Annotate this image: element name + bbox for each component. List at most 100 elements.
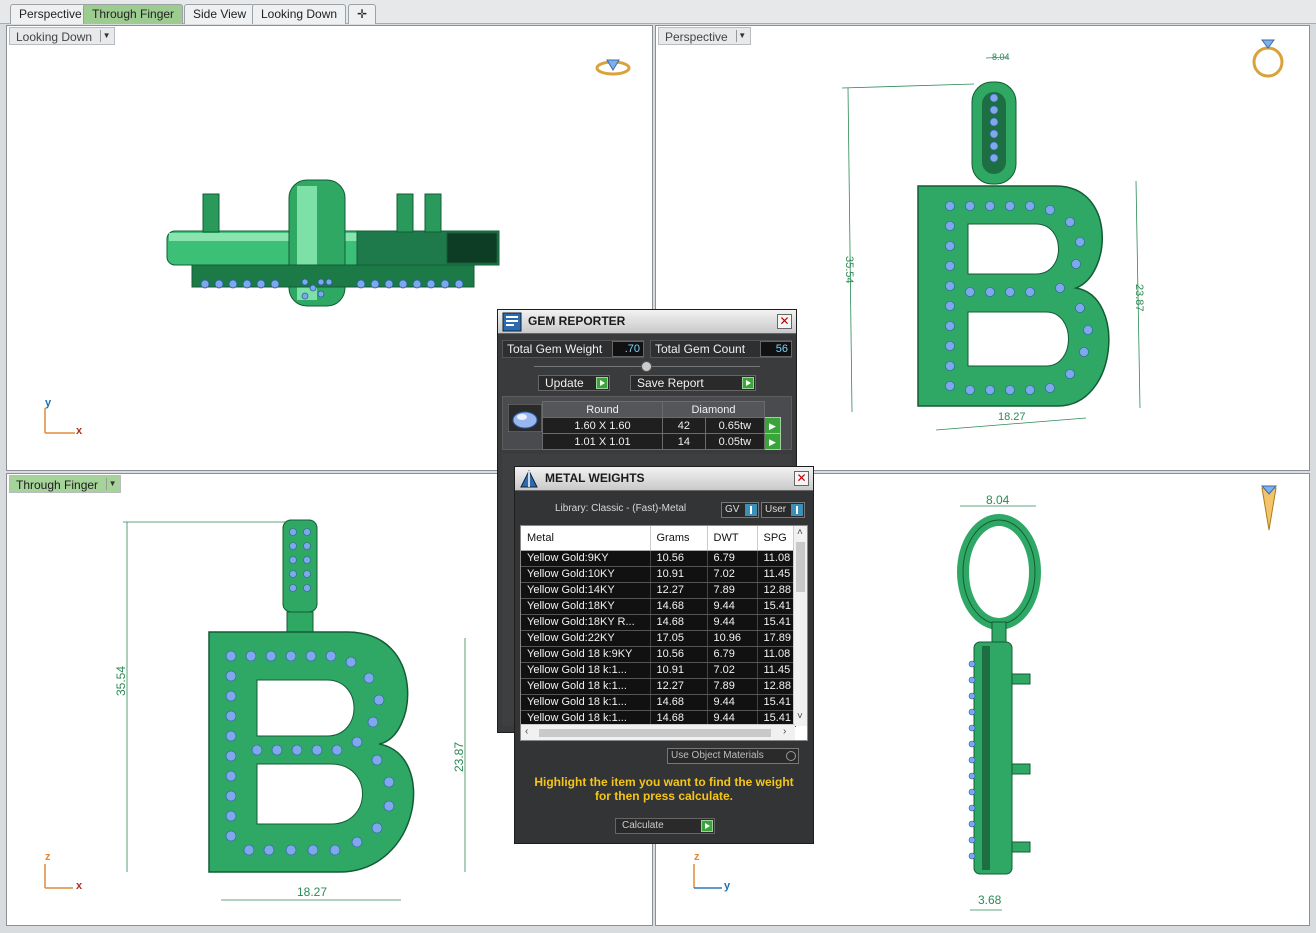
table-row[interactable]: Yellow Gold:18KY 14.68 9.44 15.41 (521, 598, 796, 615)
table-cell: 7.02 (707, 662, 758, 679)
chevron-left-icon[interactable]: ‹ (525, 727, 528, 737)
table-cell: 12.88 (757, 678, 796, 695)
radio-icon (786, 751, 796, 761)
dim-thickness-text: 3.68 (978, 893, 1002, 907)
user-button[interactable]: User (761, 502, 805, 518)
table-cell: 9.44 (707, 614, 758, 631)
table-cell: Yellow Gold:22KY (521, 630, 651, 647)
axis-label-y: y (45, 397, 52, 409)
table-row[interactable]: Yellow Gold 18 k:9KY 10.56 6.79 11.08 (521, 646, 796, 663)
info-icon (791, 504, 803, 516)
table-cell: 14.68 (650, 694, 708, 711)
table-cell: 9.44 (707, 598, 758, 615)
table-cell: 15.41 (757, 598, 796, 615)
gem-count: 14 (662, 433, 706, 450)
table-row[interactable]: Yellow Gold:9KY 10.56 6.79 11.08 (521, 550, 796, 567)
gem-row-select-button[interactable]: ▶ (764, 433, 781, 450)
ring-orientation-icon (595, 59, 631, 76)
scrollbar-thumb[interactable] (539, 729, 771, 737)
library-label: Library: Classic - (Fast)-Metal (555, 503, 687, 514)
viewport-label-through-finger[interactable]: Through Finger ▼ (9, 475, 122, 493)
chevron-down-icon[interactable]: ▼ (735, 30, 748, 42)
column-header[interactable]: SPG (757, 526, 796, 551)
calculate-button[interactable]: Calculate (615, 818, 715, 834)
table-cell: 12.88 (757, 582, 796, 599)
table-cell: 12.27 (650, 678, 708, 695)
gem-table: Round Diamond 1.60 X 1.60 42 0.65tw ▶ 1.… (542, 401, 781, 450)
dim-height-text: 35.54 (114, 666, 128, 696)
dim-letter-height-text: 23.87 (1133, 284, 1145, 312)
table-row[interactable]: Yellow Gold 18 k:1... 14.68 9.44 15.41 (521, 694, 796, 711)
ring-orientation-icon (1252, 39, 1284, 78)
total-gem-count-value: 56 (760, 341, 792, 357)
play-icon (742, 377, 754, 389)
chevron-down-icon[interactable]: ▼ (100, 30, 112, 42)
chevron-right-icon[interactable]: › (783, 727, 786, 737)
close-icon[interactable]: ✕ (794, 471, 809, 486)
viewport-label-looking-down[interactable]: Looking Down ▼ (9, 27, 116, 45)
table-cell: 11.45 (757, 566, 796, 583)
column-header[interactable]: DWT (707, 526, 758, 551)
add-tab-button[interactable]: ✛ (348, 4, 376, 24)
table-row[interactable]: Yellow Gold:22KY 17.05 10.96 17.89 (521, 630, 796, 647)
table-row[interactable]: Yellow Gold:10KY 10.91 7.02 11.45 (521, 566, 796, 583)
table-cell: Yellow Gold:18KY R... (521, 614, 651, 631)
use-object-materials-toggle[interactable]: Use Object Materials (667, 748, 799, 764)
axis-label-x: x (76, 880, 83, 892)
gem-shape-header: Round (542, 401, 663, 418)
table-cell: 10.91 (650, 566, 708, 583)
info-icon (745, 504, 757, 516)
plus-icon: ✛ (356, 7, 368, 21)
chevron-down-icon[interactable]: ˅ (797, 712, 803, 722)
dim-bail-text: 8.04 (992, 52, 1010, 62)
table-row[interactable]: Yellow Gold 18 k:1... 12.27 7.89 12.88 (521, 678, 796, 695)
metal-table: Metal Grams DWT SPG Yellow Gold:9KY 10.56… (521, 526, 796, 727)
metal-weights-titlebar[interactable]: METAL WEIGHTS ✕ (515, 467, 813, 491)
table-cell: 9.44 (707, 694, 758, 711)
table-row[interactable]: Yellow Gold:14KY 12.27 7.89 12.88 (521, 582, 796, 599)
view-tab-bar: Perspective Through Finger Side View Loo… (0, 0, 1316, 24)
gem-row[interactable]: 1.60 X 1.60 42 0.65tw ▶ (542, 417, 781, 434)
metal-table-container[interactable]: Metal Grams DWT SPG Yellow Gold:9KY 10.56… (520, 525, 808, 741)
metal-weights-title: METAL WEIGHTS (545, 471, 645, 485)
gem-row[interactable]: 1.01 X 1.01 14 0.05tw ▶ (542, 433, 781, 450)
table-cell: 7.89 (707, 582, 758, 599)
table-cell: 6.79 (707, 550, 758, 567)
gem-type-header: Diamond (662, 401, 765, 418)
table-cell: Yellow Gold 18 k:1... (521, 662, 651, 679)
report-icon (502, 312, 522, 332)
column-header[interactable]: Metal (521, 526, 651, 551)
column-header[interactable]: Grams (650, 526, 708, 551)
update-button[interactable]: Update (538, 375, 610, 391)
gv-button[interactable]: GV (721, 502, 759, 518)
chevron-up-icon[interactable]: ˄ (797, 528, 803, 538)
gem-thumbnail-icon[interactable] (508, 404, 542, 432)
table-cell: 10.96 (707, 630, 758, 647)
instruction-text: Highlight the item you want to find the … (534, 775, 794, 803)
table-row[interactable]: Yellow Gold:18KY R... 14.68 9.44 15.41 (521, 614, 796, 631)
table-cell: Yellow Gold:14KY (521, 582, 651, 599)
axis-indicator (44, 408, 75, 434)
axis-label-z: z (45, 851, 51, 863)
close-icon[interactable]: ✕ (777, 314, 792, 329)
axis-indicator (44, 864, 73, 889)
gem-count: 42 (662, 417, 706, 434)
tab-looking-down[interactable]: Looking Down (252, 4, 347, 24)
save-report-button[interactable]: Save Report (630, 375, 756, 391)
viewport-label-perspective[interactable]: Perspective ▼ (658, 27, 751, 45)
vertical-scrollbar[interactable]: ˄ ˅ (793, 526, 807, 726)
table-cell: Yellow Gold:18KY (521, 598, 651, 615)
gem-reporter-titlebar[interactable]: GEM REPORTER ✕ (498, 310, 796, 334)
tab-through-finger[interactable]: Through Finger (83, 4, 184, 24)
table-cell: Yellow Gold 18 k:9KY (521, 646, 651, 663)
scrollbar-thumb[interactable] (796, 542, 805, 592)
tab-side-view[interactable]: Side View (184, 4, 256, 24)
tab-perspective[interactable]: Perspective (10, 4, 91, 24)
gem-row-select-button[interactable]: ▶ (764, 417, 781, 434)
gem-weight: 0.65tw (704, 417, 766, 434)
dim-letter-height-text: 23.87 (452, 742, 466, 772)
horizontal-scrollbar[interactable]: ‹ › (521, 724, 795, 740)
table-row[interactable]: Yellow Gold 18 k:1... 10.91 7.02 11.45 (521, 662, 796, 679)
collapse-toggle-icon[interactable] (641, 361, 652, 372)
chevron-down-icon[interactable]: ▼ (106, 478, 118, 490)
